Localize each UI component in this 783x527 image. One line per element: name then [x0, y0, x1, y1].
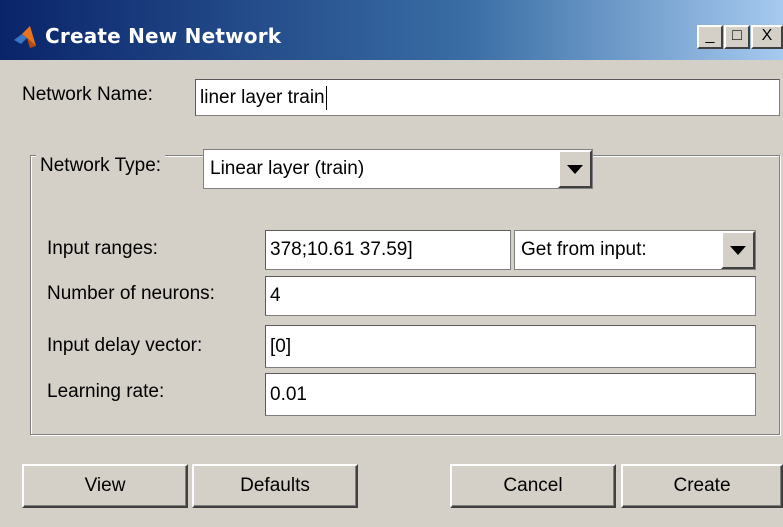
- window-title: Create New Network: [45, 24, 282, 48]
- input-source-value: Get from input:: [521, 239, 647, 260]
- delay-vector-value: [0]: [270, 335, 292, 357]
- matlab-logo-icon: [14, 26, 36, 48]
- view-button[interactable]: View: [22, 464, 188, 508]
- dropdown-arrow-icon[interactable]: [721, 231, 755, 269]
- learning-rate-input[interactable]: 0.01: [265, 373, 756, 416]
- input-ranges-value: 378;10.61 37.59]: [270, 239, 413, 260]
- input-ranges-input[interactable]: 378;10.61 37.59]: [265, 230, 511, 270]
- input-ranges-label: Input ranges:: [47, 238, 158, 259]
- delay-vector-input[interactable]: [0]: [265, 325, 756, 368]
- create-button[interactable]: Create: [621, 464, 783, 508]
- network-type-dropdown[interactable]: Linear layer (train): [203, 149, 593, 189]
- minimize-button[interactable]: _: [697, 25, 723, 49]
- learning-rate-value: 0.01: [270, 383, 307, 405]
- view-button-label: View: [84, 475, 126, 496]
- network-type-label: Network Type:: [36, 155, 166, 181]
- title-bar: Create New Network _ □ X: [0, 0, 783, 60]
- network-name-value: liner layer train: [200, 86, 325, 108]
- close-button[interactable]: X: [751, 25, 783, 49]
- neurons-input[interactable]: 4: [265, 276, 756, 316]
- network-name-input[interactable]: liner layer train: [195, 79, 780, 116]
- text-cursor: [325, 85, 327, 110]
- close-icon: X: [761, 27, 773, 44]
- delay-vector-label: Input delay vector:: [47, 335, 203, 356]
- cancel-button[interactable]: Cancel: [450, 464, 616, 508]
- defaults-button[interactable]: Defaults: [192, 464, 358, 508]
- input-source-dropdown[interactable]: Get from input:: [514, 230, 756, 270]
- create-button-label: Create: [673, 475, 731, 496]
- neurons-value: 4: [270, 285, 281, 306]
- cancel-button-label: Cancel: [503, 475, 563, 496]
- minimize-icon: _: [705, 27, 715, 44]
- network-name-label: Network Name:: [22, 84, 153, 105]
- maximize-button[interactable]: □: [724, 25, 750, 49]
- neurons-label: Number of neurons:: [47, 283, 215, 304]
- dropdown-arrow-icon[interactable]: [558, 150, 592, 188]
- network-type-value: Linear layer (train): [210, 158, 365, 179]
- defaults-button-label: Defaults: [240, 475, 310, 496]
- learning-rate-label: Learning rate:: [47, 381, 165, 402]
- maximize-icon: □: [732, 27, 742, 44]
